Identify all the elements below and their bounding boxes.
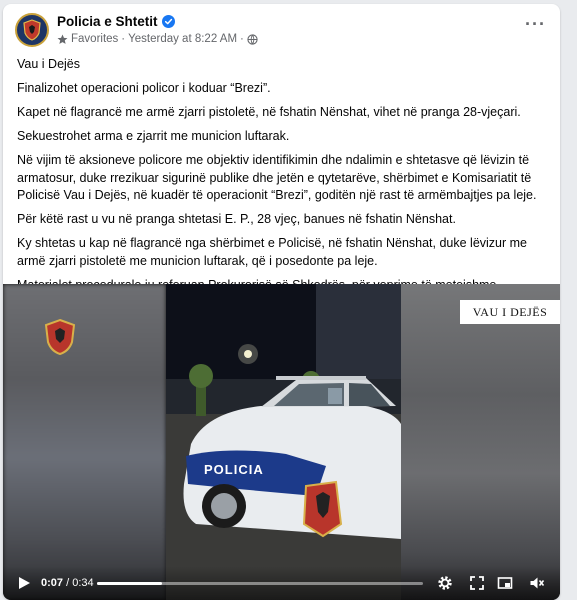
police-badge-icon bbox=[23, 19, 41, 41]
page-avatar[interactable] bbox=[15, 13, 49, 47]
car-police-text: POLICIA bbox=[204, 462, 264, 477]
post-paragraph: Finalizohet operacioni policor i koduar … bbox=[17, 81, 271, 95]
meta-separator: · bbox=[121, 33, 126, 45]
post-paragraph: Për këtë rast u vu në pranga shtetasi E.… bbox=[17, 212, 456, 226]
globe-icon[interactable] bbox=[247, 33, 258, 45]
picture-in-picture-icon[interactable] bbox=[497, 575, 513, 591]
current-time: 0:07 bbox=[41, 577, 64, 589]
settings-gear-icon[interactable] bbox=[437, 575, 453, 591]
verified-badge-icon bbox=[161, 15, 175, 28]
progress-fill bbox=[97, 582, 163, 585]
post-paragraph: Në vijim të aksioneve policore me objekt… bbox=[17, 153, 537, 202]
meta-separator-2: · bbox=[240, 33, 244, 45]
page-name-label[interactable]: Policia e Shtetit bbox=[57, 14, 158, 29]
video-frame: POLICIA bbox=[166, 284, 401, 600]
play-icon[interactable] bbox=[17, 576, 31, 590]
time-separator: / bbox=[63, 577, 73, 589]
progress-bar[interactable] bbox=[97, 582, 423, 585]
fullscreen-icon[interactable] bbox=[469, 575, 485, 591]
post-timestamp[interactable]: Yesterday at 8:22 AM bbox=[128, 33, 237, 45]
star-icon bbox=[57, 34, 68, 44]
video-watermark: VAU I DEJËS bbox=[460, 300, 560, 324]
more-options-button[interactable]: ··· bbox=[525, 15, 546, 33]
video-player[interactable]: POLICIA VAU I DEJËS 0:07 / 0:34 bbox=[3, 284, 560, 600]
post-paragraph: Vau i Dejës bbox=[17, 57, 80, 71]
duration: 0:34 bbox=[72, 577, 94, 589]
favorites-label[interactable]: Favorites bbox=[71, 33, 118, 45]
police-car-scene: POLICIA bbox=[166, 284, 401, 600]
post-paragraph: Ky shtetas u kap në flagrancë nga shërbi… bbox=[17, 236, 528, 268]
video-time: 0:07 / 0:34 bbox=[41, 577, 94, 589]
police-logo-overlay bbox=[44, 318, 76, 356]
page-name[interactable]: Policia e Shtetit bbox=[57, 14, 175, 29]
post-meta: Favorites · Yesterday at 8:22 AM · bbox=[57, 33, 258, 45]
post-paragraph: Sekuestrohet arma e zjarrit me municion … bbox=[17, 129, 290, 143]
post-text: Vau i Dejës Finalizohet operacioni polic… bbox=[17, 56, 547, 301]
post-header: Policia e Shtetit Favorites · Yesterday … bbox=[3, 4, 560, 56]
video-blurred-background-right bbox=[401, 284, 560, 600]
post-paragraph: Kapet në flagrancë me armë zjarri pistol… bbox=[17, 105, 521, 119]
mute-icon[interactable] bbox=[529, 575, 545, 591]
post-card: Policia e Shtetit Favorites · Yesterday … bbox=[3, 4, 560, 600]
video-controls: 0:07 / 0:34 bbox=[3, 566, 560, 600]
video-blurred-background-left bbox=[3, 284, 166, 600]
